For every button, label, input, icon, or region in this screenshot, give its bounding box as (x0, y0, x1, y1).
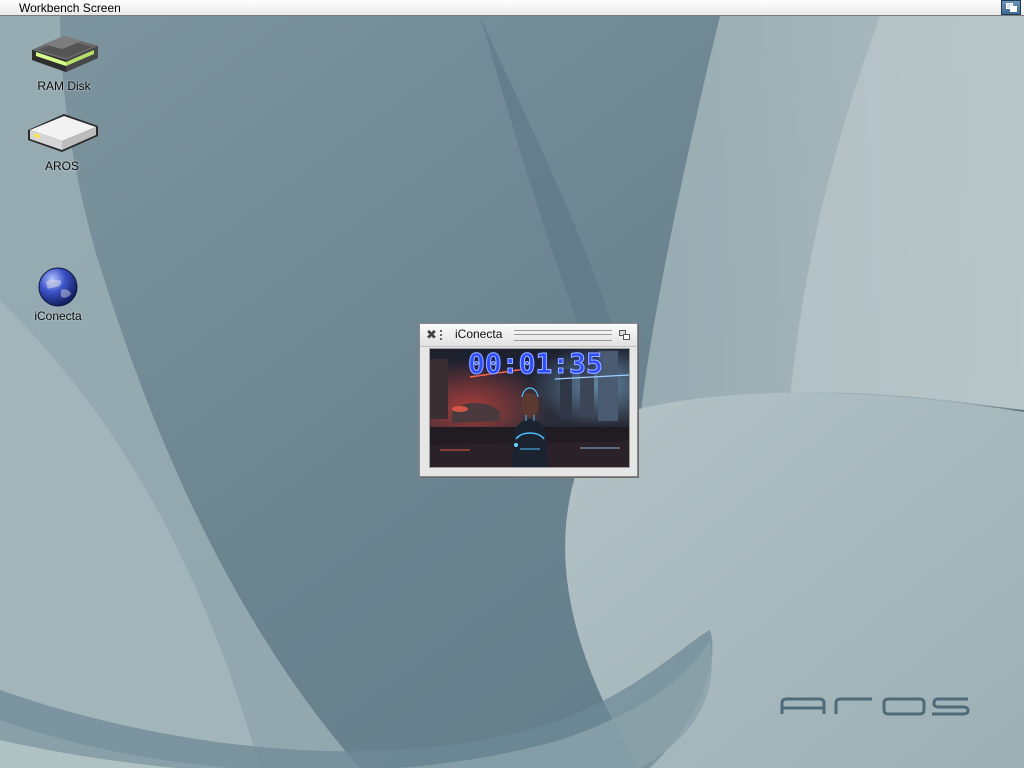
window-title-bar[interactable]: ✖ iConecta (420, 324, 637, 347)
hard-drive-icon (28, 114, 98, 152)
window-drag-bar[interactable] (514, 330, 612, 341)
desktop-icon-label: iConecta (34, 309, 82, 323)
desktop-icon-aros[interactable]: AROS (12, 106, 112, 173)
close-icon[interactable]: ✖ (426, 328, 440, 341)
globe-icon (38, 267, 78, 307)
desktop-icon-label: RAM Disk (37, 79, 91, 93)
screen-title-bar: Workbench Screen (0, 0, 1024, 16)
iconecta-window[interactable]: ✖ iConecta 00:01:35 (419, 323, 638, 477)
screen-depth-icon[interactable] (1001, 0, 1021, 15)
workbench-desktop: Workbench Screen RAM Disk AROS iConecta … (0, 0, 1024, 768)
timer-display: 00:01:35 (468, 348, 604, 380)
window-grip-icon (440, 330, 446, 340)
window-title: iConecta (455, 327, 503, 341)
desktop-icon-iconecta[interactable]: iConecta (8, 266, 108, 323)
desktop-icon-ram-disk[interactable]: RAM Disk (14, 22, 114, 93)
window-depth-icon[interactable] (619, 329, 631, 341)
screen-title: Workbench Screen (19, 1, 121, 15)
ram-disk-drive-icon (32, 36, 98, 72)
window-content-image: 00:01:35 (429, 348, 630, 468)
aros-logo (780, 697, 970, 716)
desktop-icon-label: AROS (44, 159, 79, 173)
